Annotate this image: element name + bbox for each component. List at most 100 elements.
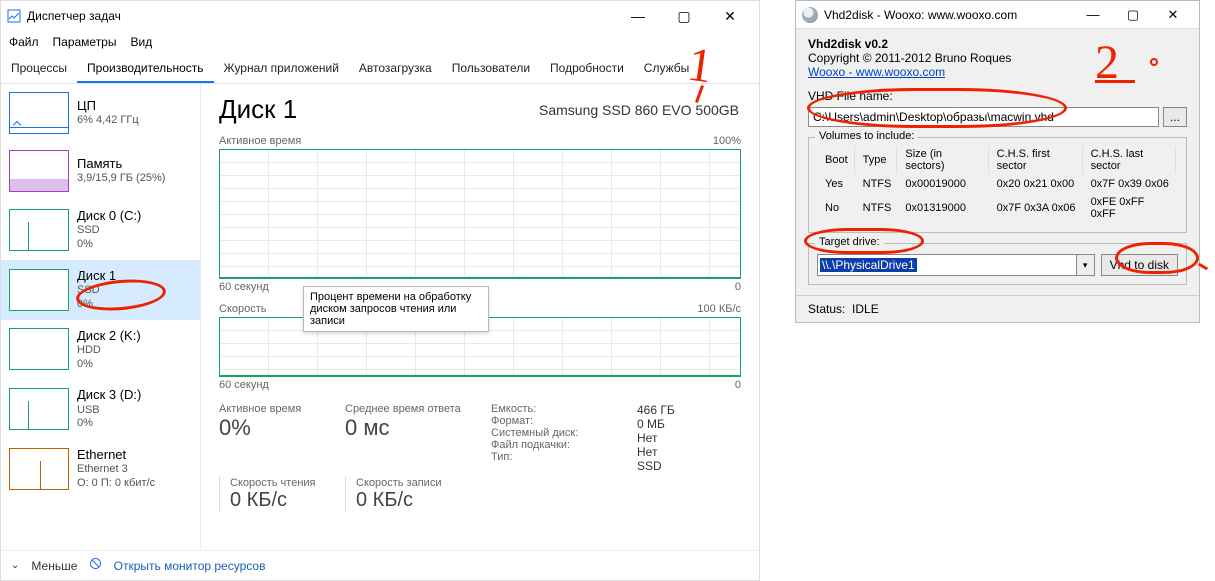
vendor-link[interactable]: Wooxo - www.wooxo.com <box>808 65 945 79</box>
sidebar-item-label: Ethernet <box>77 447 155 463</box>
col-boot[interactable]: Boot <box>819 146 855 174</box>
tab-processes[interactable]: Процессы <box>1 55 77 83</box>
stat-avg-value: 0 мс <box>345 415 475 441</box>
tab-performance[interactable]: Производительность <box>77 55 213 83</box>
status-bar: Status: IDLE <box>796 295 1199 322</box>
sidebar-disk0[interactable]: Диск 0 (C:)SSD0% <box>1 200 200 260</box>
sidebar-item-sub2: 0% <box>77 298 116 312</box>
fewer-details[interactable]: Меньше <box>31 559 77 573</box>
minimize-button[interactable]: — <box>1073 1 1113 29</box>
tab-startup[interactable]: Автозагрузка <box>349 55 442 83</box>
sidebar-memory[interactable]: Память3,9/15,9 ГБ (25%) <box>1 142 200 200</box>
axis-left: 60 секунд <box>219 281 269 293</box>
sidebar-item-label: ЦП <box>77 98 139 114</box>
tab-details[interactable]: Подробности <box>540 55 634 83</box>
app-name: Vhd2disk v0.2 <box>808 37 1187 51</box>
table-row[interactable]: NoNTFS0x013190000x7F 0x3A 0x060xFE 0xFF … <box>819 194 1176 222</box>
vhd-file-input[interactable] <box>808 107 1159 127</box>
stats-grid: Активное время 0% Среднее время ответа 0… <box>219 403 741 512</box>
info-sysdisk-value: Нет <box>637 431 757 445</box>
memory-thumb-icon <box>9 150 69 192</box>
stat-avg-label: Среднее время ответа <box>345 403 475 415</box>
target-drive-combo[interactable]: \\.\PhysicalDrive1 ▾ <box>817 254 1095 276</box>
table-row[interactable]: YesNTFS0x000190000x20 0x21 0x000x7F 0x39… <box>819 176 1176 192</box>
tab-app-history[interactable]: Журнал приложений <box>214 55 349 83</box>
chart1-max: 100% <box>713 135 741 147</box>
stat-active-value: 0% <box>219 415 329 441</box>
target-drive-value: \\.\PhysicalDrive1 <box>820 258 917 272</box>
sidebar-item-label: Диск 3 (D:) <box>77 387 141 403</box>
info-pagefile-label: Файл подкачки: <box>491 439 621 451</box>
tabs: Процессы Производительность Журнал прило… <box>1 55 759 84</box>
sidebar-item-label: Память <box>77 156 165 172</box>
ethernet-thumb-icon <box>9 448 69 490</box>
sidebar-item-label: Диск 1 <box>77 268 116 284</box>
sidebar-disk2[interactable]: Диск 2 (K:)HDD0% <box>1 320 200 380</box>
close-button[interactable]: ✕ <box>1153 1 1193 29</box>
volumes-legend: Volumes to include: <box>815 130 918 142</box>
menu-options[interactable]: Параметры <box>53 35 117 49</box>
chevron-down-icon[interactable]: ⌄ <box>11 560 19 571</box>
sidebar-item-sub: SSD <box>77 224 141 238</box>
menu-view[interactable]: Вид <box>130 35 152 49</box>
titlebar[interactable]: Диспетчер задач — ▢ ✕ <box>1 1 759 31</box>
maximize-button[interactable]: ▢ <box>661 1 707 31</box>
device-model: Samsung SSD 860 EVO 500GB <box>539 102 739 118</box>
sidebar-item-sub: 3,9/15,9 ГБ (25%) <box>77 172 165 186</box>
volumes-table[interactable]: Boot Type Size (in sectors) C.H.S. first… <box>817 144 1178 224</box>
titlebar[interactable]: Vhd2disk - Wooxo: www.wooxo.com — ▢ ✕ <box>796 1 1199 29</box>
tab-services[interactable]: Службы <box>634 55 699 83</box>
vhd-to-disk-button[interactable]: Vhd to disk <box>1101 254 1178 276</box>
stat-read-value: 0 КБ/с <box>230 489 329 512</box>
info-pagefile-value: Нет <box>637 445 757 459</box>
copyright: Copyright © 2011-2012 Bruno Roques <box>808 51 1187 65</box>
disk-thumb-icon <box>9 269 69 311</box>
chart1-title: Активное время <box>219 135 301 147</box>
vhd-file-label: VHD File name: <box>808 89 1187 103</box>
app-icon <box>802 7 818 23</box>
open-resource-monitor[interactable]: Открыть монитор ресурсов <box>114 559 266 573</box>
col-chs-first[interactable]: C.H.S. first sector <box>991 146 1083 174</box>
axis-right: 0 <box>735 281 741 293</box>
sidebar-item-sub2: 0% <box>77 238 141 252</box>
sidebar-item-sub2: 0% <box>77 358 141 372</box>
maximize-button[interactable]: ▢ <box>1113 1 1153 29</box>
sidebar-item-sub2: О: 0 П: 0 кбит/с <box>77 477 155 491</box>
close-button[interactable]: ✕ <box>707 1 753 31</box>
sidebar-disk1[interactable]: Диск 1SSD0% <box>1 260 200 320</box>
disk-thumb-icon <box>9 328 69 370</box>
sidebar-item-label: Диск 0 (C:) <box>77 208 141 224</box>
statusbar: ⌄ Меньше 🛇 Открыть монитор ресурсов <box>1 550 759 580</box>
info-format-label: Формат: <box>491 415 621 427</box>
disk-thumb-icon <box>9 209 69 251</box>
sidebar-item-sub: 6% 4,42 ГГц <box>77 114 139 128</box>
sidebar-item-sub2: 0% <box>77 417 141 431</box>
active-time-chart[interactable] <box>219 149 741 279</box>
sidebar-cpu[interactable]: ЦП6% 4,42 ГГц <box>1 84 200 142</box>
cpu-thumb-icon <box>9 92 69 134</box>
resource-monitor-icon: 🛇 <box>89 555 101 576</box>
menu-file[interactable]: Файл <box>9 35 39 49</box>
sidebar-item-label: Диск 2 (K:) <box>77 328 141 344</box>
status-value: IDLE <box>852 302 879 316</box>
tab-users[interactable]: Пользователи <box>442 55 540 83</box>
window-title: Диспетчер задач <box>7 9 615 23</box>
sidebar-disk3[interactable]: Диск 3 (D:)USB0% <box>1 379 200 439</box>
axis-right: 0 <box>735 379 741 391</box>
minimize-button[interactable]: — <box>615 1 661 31</box>
browse-button[interactable]: ... <box>1163 107 1187 127</box>
col-size[interactable]: Size (in sectors) <box>899 146 988 174</box>
chevron-down-icon[interactable]: ▾ <box>1076 255 1094 275</box>
info-format-value: 0 МБ <box>637 417 757 431</box>
chart2-max: 100 КБ/с <box>697 303 741 315</box>
sidebar-item-sub: Ethernet 3 <box>77 463 155 477</box>
info-capacity-value: 466 ГБ <box>637 403 757 417</box>
info-type-value: SSD <box>637 459 757 473</box>
info-capacity-label: Емкость: <box>491 403 621 415</box>
sidebar-item-sub: USB <box>77 404 141 418</box>
col-type[interactable]: Type <box>857 146 898 174</box>
col-chs-last[interactable]: C.H.S. last sector <box>1085 146 1176 174</box>
axis-left: 60 секунд <box>219 379 269 391</box>
chart2-title: Скорость <box>219 303 267 315</box>
sidebar-ethernet[interactable]: EthernetEthernet 3О: 0 П: 0 кбит/с <box>1 439 200 499</box>
